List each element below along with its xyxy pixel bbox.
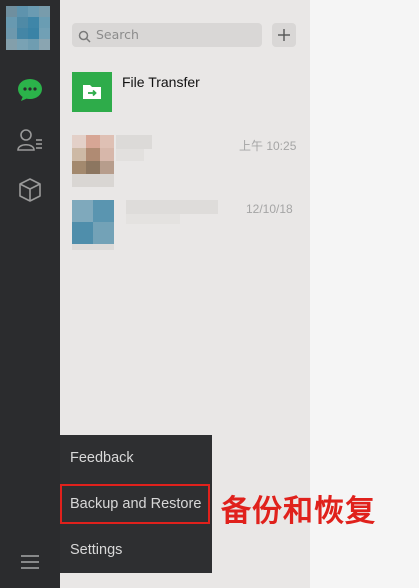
name-redacted — [116, 135, 152, 149]
user-avatar[interactable] — [6, 6, 50, 50]
chat-row[interactable] — [60, 125, 310, 187]
chat-row-file-transfer[interactable] — [60, 62, 310, 122]
chat-time: 12/10/18 — [246, 202, 293, 216]
avatar — [72, 200, 114, 244]
chat-icon[interactable] — [15, 75, 45, 105]
cube-icon[interactable] — [15, 175, 45, 205]
plus-icon — [278, 29, 290, 41]
menu-item-settings[interactable]: Settings — [70, 542, 122, 558]
file-transfer-icon — [72, 72, 112, 112]
chat-row[interactable] — [60, 190, 310, 250]
search-input[interactable]: Search — [72, 23, 262, 47]
search-icon — [78, 28, 91, 47]
contacts-icon[interactable] — [15, 125, 45, 155]
avatar — [72, 135, 114, 187]
chat-time: 上午 10:25 — [239, 139, 297, 153]
search-placeholder: Search — [96, 27, 139, 42]
highlight-box — [60, 484, 210, 524]
avatar-bottom-redacted — [72, 244, 114, 250]
add-chat-button[interactable] — [272, 23, 296, 47]
menu-item-feedback[interactable]: Feedback — [70, 450, 134, 466]
left-rail — [0, 0, 60, 588]
annotation-label: 备份和恢复 — [221, 494, 376, 529]
name-redacted — [126, 200, 218, 214]
menu-icon[interactable] — [18, 550, 42, 574]
message-redacted — [116, 149, 144, 161]
chat-name: File Transfer — [122, 74, 200, 90]
message-redacted — [126, 214, 180, 224]
